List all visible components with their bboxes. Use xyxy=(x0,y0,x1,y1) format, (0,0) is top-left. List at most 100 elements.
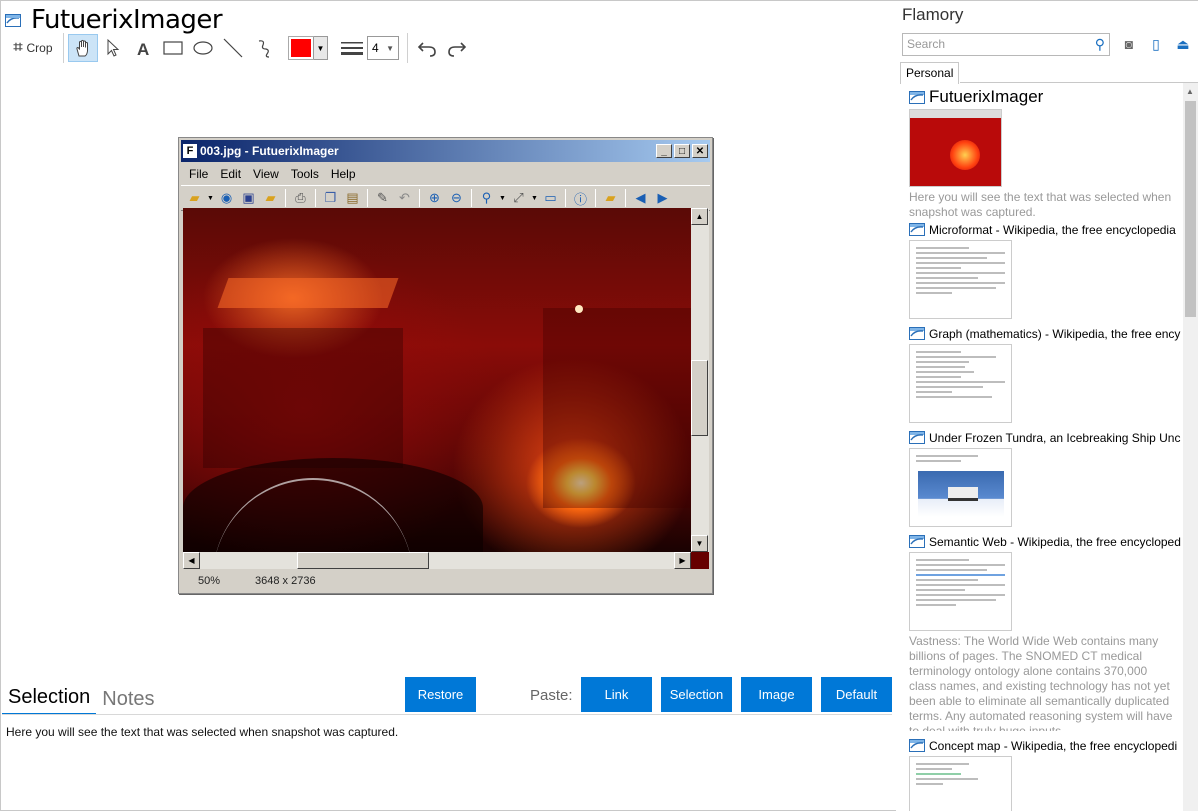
snapshot-entry[interactable]: Microformat - Wikipedia, the free encycl… xyxy=(909,221,1181,319)
stroke-color-picker[interactable]: ▼ xyxy=(288,36,328,60)
toolbar-divider xyxy=(565,189,566,207)
toolbar-divider xyxy=(419,189,420,207)
editor-title: FutuerixImager xyxy=(31,5,223,35)
snapshot-entry[interactable]: FutuerixImager Here you will see the tex… xyxy=(909,87,1181,220)
page-preview xyxy=(916,351,1005,401)
entry-title: Semantic Web - Wikipedia, the free encyc… xyxy=(929,534,1181,549)
search-placeholder: Search xyxy=(907,37,946,51)
close-icon: ✕ xyxy=(692,144,708,158)
entry-thumbnail xyxy=(909,240,1012,319)
menu-tools: Tools xyxy=(290,167,319,181)
scroll-thumb[interactable] xyxy=(1185,101,1196,317)
rectangle-icon xyxy=(163,41,183,55)
document-icon[interactable]: ▯ xyxy=(1147,35,1165,53)
snapshot-entry[interactable]: Concept map - Wikipedia, the free encycl… xyxy=(909,737,1181,811)
selection-text: Here you will see the text that was sele… xyxy=(6,725,399,739)
app-window: FutuerixImager ⌗ Crop A ▼ 4 ▼ F 003.jpg … xyxy=(0,0,1198,811)
paste-link-button[interactable]: Link xyxy=(581,677,652,712)
maximize-icon: □ xyxy=(674,144,690,158)
viewer-menubar: File Edit View Tools Help xyxy=(179,164,712,184)
paste-label: Paste: xyxy=(530,687,573,704)
redo-button[interactable] xyxy=(442,34,472,62)
minimize-icon: _ xyxy=(656,144,672,158)
line-width-select[interactable]: 4 ▼ xyxy=(367,36,399,60)
arrow-cursor-icon xyxy=(107,38,120,57)
viewer-horizontal-scrollbar[interactable]: ◀ ▶ xyxy=(183,552,691,569)
entry-header: Microformat - Wikipedia, the free encycl… xyxy=(909,221,1181,238)
tab-selection[interactable]: Selection xyxy=(2,686,97,715)
paste-image-button[interactable]: Image xyxy=(741,677,812,712)
color-swatch xyxy=(288,36,314,60)
search-input[interactable]: Search ⚲ xyxy=(902,33,1110,56)
pan-tool-button[interactable] xyxy=(68,34,98,62)
freehand-tool-button[interactable] xyxy=(248,34,278,62)
next-icon: ▶ xyxy=(657,190,668,205)
chevron-down-icon: ▼ xyxy=(386,43,394,53)
print-icon: ⎙ xyxy=(295,190,306,205)
folder-icon: ▰ xyxy=(265,190,276,205)
photo-detail xyxy=(543,308,691,508)
toolbar-divider xyxy=(285,189,286,207)
camera-icon[interactable]: ◙ xyxy=(1120,35,1138,53)
viewer-statusbar: 50% 3648 x 2736 xyxy=(181,571,710,591)
undo-button[interactable] xyxy=(412,34,442,62)
save-icon: ▣ xyxy=(242,190,255,205)
ellipse-tool-button[interactable] xyxy=(188,34,218,62)
toolbar-divider xyxy=(471,189,472,207)
toolbar-divider xyxy=(367,189,368,207)
entry-thumbnail xyxy=(909,448,1012,527)
toolbar-divider xyxy=(315,189,316,207)
crop-label: Crop xyxy=(26,41,53,55)
resize-icon: ⤢ xyxy=(513,190,524,205)
entry-title: Graph (mathematics) - Wikipedia, the fre… xyxy=(929,326,1181,341)
rectangle-tool-button[interactable] xyxy=(158,34,188,62)
line-icon xyxy=(223,38,243,58)
flamory-app-icon xyxy=(909,739,925,752)
entry-header: Under Frozen Tundra, an Icebreaking Ship… xyxy=(909,429,1181,446)
dropdown-icon: ▼ xyxy=(207,194,214,202)
line-width-icon xyxy=(340,34,364,62)
snapshot-entry[interactable]: Under Frozen Tundra, an Icebreaking Ship… xyxy=(909,429,1181,527)
scroll-left-icon: ◀ xyxy=(183,552,200,569)
page-preview xyxy=(916,455,1005,465)
hand-icon xyxy=(76,39,88,57)
snapshot-entry[interactable]: Graph (mathematics) - Wikipedia, the fre… xyxy=(909,325,1181,423)
crop-button[interactable]: ⌗ Crop xyxy=(7,34,59,62)
text-tool-button[interactable]: A xyxy=(128,34,158,62)
page-preview xyxy=(916,763,1005,788)
snapshot-entry[interactable]: Semantic Web - Wikipedia, the free encyc… xyxy=(909,533,1181,731)
line-tool-button[interactable] xyxy=(218,34,248,62)
tab-divider xyxy=(960,82,1198,83)
select-tool-button[interactable] xyxy=(98,34,128,62)
ellipse-icon xyxy=(193,41,213,55)
menu-file: File xyxy=(189,167,209,181)
tab-notes[interactable]: Notes xyxy=(96,688,160,715)
tab-personal[interactable]: Personal xyxy=(900,62,960,84)
entry-title: Concept map - Wikipedia, the free encycl… xyxy=(929,738,1178,753)
restore-button[interactable]: Restore xyxy=(405,677,476,712)
captured-screenshot[interactable]: F 003.jpg - FutuerixImager _ □ ✕ File Ed… xyxy=(178,137,713,594)
paste-selection-button[interactable]: Selection xyxy=(661,677,732,712)
menu-edit: Edit xyxy=(220,167,242,181)
copy-icon: ❐ xyxy=(324,190,337,205)
undo-icon: ↶ xyxy=(399,190,410,205)
drawing-toolbar: ⌗ Crop A ▼ 4 ▼ xyxy=(7,33,472,63)
photo-detail xyxy=(575,305,583,313)
crop-icon: ⌗ xyxy=(13,39,23,56)
flamory-sidebar: Flamory Search ⚲ ◙ ▯ ⏏ Personal Futuerix… xyxy=(896,1,1198,811)
eject-icon[interactable]: ⏏ xyxy=(1174,35,1192,53)
redo-icon xyxy=(448,42,467,57)
zoom-out-icon: ⊖ xyxy=(451,190,462,205)
sidebar-scrollbar[interactable]: ▲ xyxy=(1183,83,1198,811)
menu-view: View xyxy=(253,167,279,181)
zoom-level: 50% xyxy=(198,575,221,587)
dropdown-icon: ▼ xyxy=(499,194,506,202)
menu-help: Help xyxy=(330,167,356,181)
open-folder-icon: ▰ xyxy=(189,190,200,205)
search-icon[interactable]: ⚲ xyxy=(1095,36,1105,53)
photo-detail xyxy=(217,278,399,308)
viewer-vertical-scrollbar[interactable]: ▲ ▼ xyxy=(691,208,709,552)
paste-default-button[interactable]: Default xyxy=(821,677,892,712)
viewer-logo-icon: F xyxy=(183,144,197,158)
previous-icon: ◀ xyxy=(635,190,646,205)
